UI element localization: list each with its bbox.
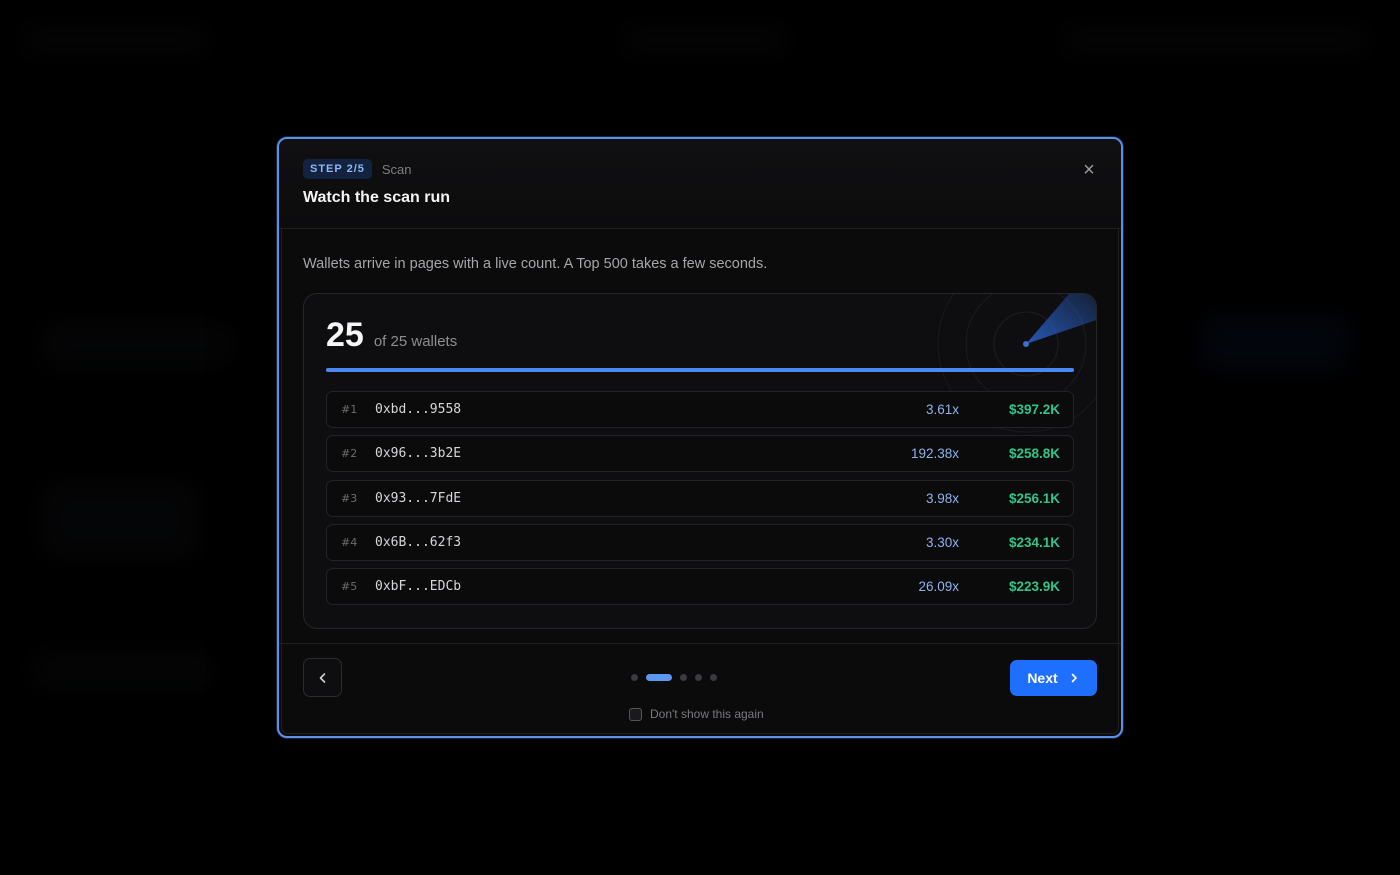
wallet-rank: #2 <box>341 447 358 461</box>
pager-dot-4[interactable] <box>695 674 702 681</box>
pager-dot-3[interactable] <box>680 674 687 681</box>
dont-show-checkbox[interactable] <box>629 707 642 721</box>
step-pager <box>631 674 717 681</box>
pager-dot-5[interactable] <box>710 674 717 681</box>
wallet-row[interactable]: #3 0x93...7FdE 3.98x $256.1K <box>326 479 1074 517</box>
wallet-count-label: of 25 wallets <box>373 333 458 350</box>
wallet-address: 0x93...7FdE <box>375 490 462 506</box>
back-button[interactable] <box>303 658 342 697</box>
wallet-multiplier: 3.30x <box>925 534 959 550</box>
scan-panel: 25 of 25 wallets #1 0xbd...9558 3.61x $3… <box>303 293 1097 629</box>
wallet-address: 0xbd...9558 <box>375 402 462 417</box>
modal-header: STEP 2/5 Scan Watch the scan run × <box>279 139 1121 229</box>
scan-progress-bar <box>326 368 1074 372</box>
step-badge: STEP 2/5 <box>303 159 372 179</box>
wallet-row[interactable]: #5 0xbF...EDCb 26.09x $223.9K <box>326 568 1074 606</box>
onboarding-modal: STEP 2/5 Scan Watch the scan run × Walle… <box>277 137 1123 738</box>
wallet-counter: 25 of 25 wallets <box>326 316 457 355</box>
wallet-rank: #4 <box>341 535 358 549</box>
wallet-multiplier: 26.09x <box>918 579 959 595</box>
modal-title: Watch the scan run <box>303 189 450 206</box>
wallet-value: $234.1K <box>1008 534 1060 550</box>
wallet-list: #1 0xbd...9558 3.61x $397.2K #2 0x96...3… <box>326 391 1074 612</box>
wallet-rank: #3 <box>341 491 358 505</box>
scan-progress-fill <box>326 368 1074 372</box>
step-description: Wallets arrive in pages with a live coun… <box>303 256 768 272</box>
step-name: Scan <box>381 161 412 177</box>
wallet-multiplier: 3.61x <box>925 402 959 417</box>
wallet-rank: #5 <box>341 580 358 594</box>
wallet-value: $256.1K <box>1008 490 1060 506</box>
wallet-address: 0xbF...EDCb <box>375 579 462 595</box>
wallet-multiplier: 3.98x <box>925 490 959 506</box>
modal-footer: Next Don't show this again <box>279 643 1121 736</box>
wallet-address: 0x96...3b2E <box>375 446 462 462</box>
wallet-row[interactable]: #4 0x6B...62f3 3.30x $234.1K <box>326 523 1074 561</box>
dont-show-again[interactable]: Don't show this again <box>629 707 764 721</box>
chevron-right-icon <box>1071 673 1077 683</box>
chevron-left-icon <box>319 672 325 683</box>
wallet-row[interactable]: #2 0x96...3b2E 192.38x $258.8K <box>326 435 1074 473</box>
wallet-value: $223.9K <box>1008 579 1060 595</box>
wallet-value: $258.8K <box>1008 446 1060 462</box>
wallet-multiplier: 192.38x <box>910 446 959 462</box>
wallet-rank: #1 <box>341 403 358 416</box>
next-button-label: Next <box>1027 670 1058 686</box>
close-icon[interactable]: × <box>1081 160 1097 180</box>
wallet-value: $397.2K <box>1008 402 1060 417</box>
pager-dot-1[interactable] <box>631 674 638 681</box>
pager-dot-2[interactable] <box>646 674 672 681</box>
dont-show-label: Don't show this again <box>650 707 764 721</box>
wallet-address: 0x6B...62f3 <box>375 534 462 550</box>
next-button[interactable]: Next <box>1010 660 1097 696</box>
wallet-count: 25 <box>326 316 364 354</box>
wallet-row[interactable]: #1 0xbd...9558 3.61x $397.2K <box>326 391 1074 428</box>
step-indicator: STEP 2/5 Scan <box>303 159 412 179</box>
